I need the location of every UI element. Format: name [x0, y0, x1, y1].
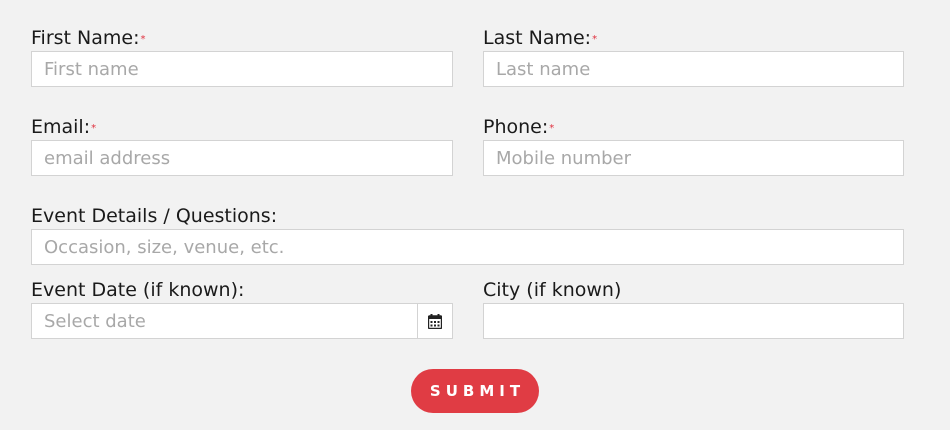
required-marker: *: [549, 123, 555, 134]
event-date-label: Event Date (if known):: [31, 279, 244, 301]
submit-button[interactable]: SUBMIT: [411, 369, 539, 413]
event-date-label-text: Event Date (if known):: [31, 279, 245, 301]
email-label-text: Email:: [31, 116, 91, 138]
event-details-label: Event Details / Questions:: [31, 205, 277, 227]
phone-label-text: Phone:: [483, 116, 549, 138]
first-name-label: First Name:*: [31, 27, 145, 49]
calendar-button[interactable]: [417, 304, 452, 338]
phone-input[interactable]: [483, 140, 904, 176]
city-label: City (if known): [483, 279, 621, 301]
first-name-input[interactable]: [31, 51, 453, 87]
email-label: Email:*: [31, 116, 96, 138]
first-name-label-text: First Name:: [31, 27, 140, 49]
event-date-input[interactable]: [32, 304, 418, 338]
calendar-icon: [428, 313, 442, 329]
city-label-text: City (if known): [483, 279, 622, 301]
last-name-label-text: Last Name:: [483, 27, 592, 49]
required-marker: *: [140, 34, 146, 45]
required-marker: *: [592, 34, 598, 45]
required-marker: *: [91, 123, 97, 134]
phone-label: Phone:*: [483, 116, 554, 138]
city-input[interactable]: [483, 303, 904, 339]
email-input[interactable]: [31, 140, 453, 176]
event-inquiry-form: First Name:* Last Name:* Email:* Phone:*…: [0, 0, 950, 430]
last-name-label: Last Name:*: [483, 27, 597, 49]
event-details-input[interactable]: [31, 229, 904, 265]
event-date-picker: [31, 303, 453, 339]
event-details-label-text: Event Details / Questions:: [31, 205, 278, 227]
last-name-input[interactable]: [483, 51, 904, 87]
